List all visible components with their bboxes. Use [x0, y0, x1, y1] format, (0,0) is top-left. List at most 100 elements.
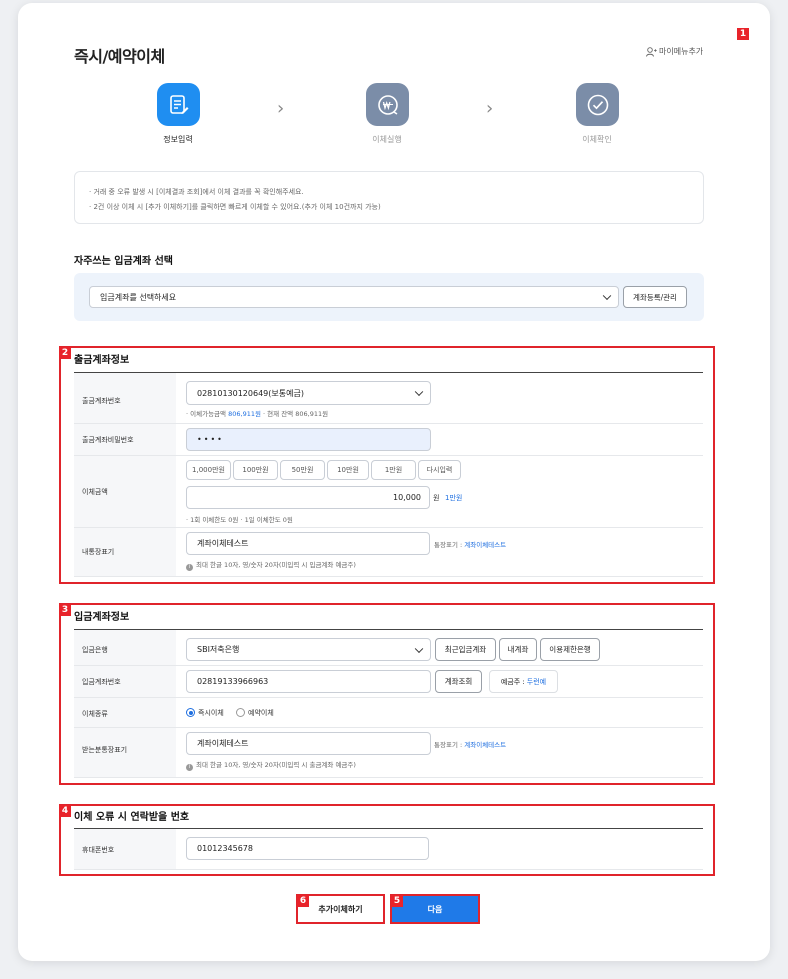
next-button[interactable]: 다음	[390, 894, 480, 924]
info-icon: i	[186, 564, 193, 571]
annotation-badge-4: 4	[59, 805, 71, 817]
amount-korean-text: 1만원	[445, 494, 463, 502]
withdraw-password-label: 출금계좌비밀번호	[82, 436, 134, 444]
step-transfer-confirm	[576, 83, 619, 126]
deposit-memo-hint-text: 최대 한글 10자, 영/숫자 20자(미입력 시 출금계좌 예금주)	[196, 761, 356, 769]
withdraw-account-value: 02810130120649(보통예금)	[197, 388, 304, 398]
chevron-right-icon: ›	[486, 98, 494, 119]
withdraw-memo-input[interactable]: 계좌이체테스트	[186, 532, 430, 555]
amount-1m-button[interactable]: 100만원	[233, 460, 278, 480]
my-menu-add-label: 마이메뉴추가	[659, 47, 704, 56]
add-transfer-button[interactable]: 추가이체하기	[296, 894, 385, 924]
contact-section-title: 이체 오류 시 연락받을 번호	[74, 812, 190, 823]
withdraw-memo-preview: 통장표기 : 계좌이체테스트	[434, 539, 506, 549]
account-holder-display: 예금주 : 두런예	[489, 670, 558, 693]
annotation-badge-3: 3	[59, 604, 71, 616]
restricted-banks-button[interactable]: 이용제한은행	[540, 638, 600, 661]
deposit-bank-label: 입금은행	[82, 646, 108, 654]
transfer-type-label: 이체종류	[82, 710, 108, 718]
amount-unit: 원	[433, 494, 440, 502]
annotation-badge-6: 6	[297, 895, 309, 907]
notice-line-1: · 거래 중 오류 발생 시 [이체결과 조회]에서 이체 결과를 꼭 확인해주…	[89, 188, 304, 196]
row-divider	[74, 777, 703, 778]
chevron-right-icon: ›	[277, 98, 285, 119]
deposit-bank-value: SBI저축은행	[197, 645, 240, 654]
person-add-icon	[646, 46, 657, 57]
row-divider	[74, 697, 703, 698]
row-divider	[74, 869, 703, 870]
amount-100k-button[interactable]: 10만원	[327, 460, 369, 480]
transfer-type-scheduled-radio[interactable]: 예약이체	[236, 708, 274, 718]
phone-number-label: 휴대폰번호	[82, 846, 115, 854]
withdraw-password-input[interactable]: ••••	[186, 428, 431, 451]
step-label-3: 이체확인	[582, 135, 612, 144]
favorite-account-select-value: 입금계좌를 선택하세요	[100, 292, 177, 302]
withdraw-account-label: 출금계좌번호	[82, 397, 121, 405]
check-circle-icon	[587, 94, 608, 115]
withdraw-memo-hint-text: 최대 한글 10자, 영/숫자 20자(미입력 시 입금계좌 예금주)	[196, 561, 356, 569]
transfer-type-immediate-label: 즉시이체	[198, 709, 224, 717]
deposit-memo-preview: 통장표기 : 계좌이체테스트	[434, 739, 506, 749]
amount-10k-button[interactable]: 1만원	[371, 460, 416, 480]
account-lookup-button[interactable]: 계좌조회	[435, 670, 482, 693]
deposit-section-title: 입금계좌정보	[74, 612, 130, 623]
won-transfer-icon	[377, 94, 398, 115]
withdraw-section-title: 출금계좌정보	[74, 355, 130, 366]
transfer-type-scheduled-label: 예약이체	[248, 709, 274, 717]
favorite-accounts-heading: 자주쓰는 입금계좌 선택	[74, 256, 173, 267]
chevron-down-icon	[602, 291, 612, 301]
transfer-limit-text: · 1회 이체한도 0원 · 1일 이체한도 0원	[186, 516, 293, 524]
chevron-down-icon	[414, 644, 424, 653]
page-title: 즉시/예약이체	[74, 47, 165, 66]
row-divider	[74, 665, 703, 666]
withdraw-memo-preview-prefix: 통장표기 :	[434, 541, 463, 549]
my-accounts-button[interactable]: 내계좌	[499, 638, 537, 661]
annotation-badge-5: 5	[391, 895, 403, 907]
step-transfer-execute	[366, 83, 409, 126]
available-balance-value: 806,911원	[228, 410, 261, 418]
radio-checked-icon	[186, 708, 195, 717]
withdraw-memo-preview-value: 계좌이체테스트	[464, 541, 507, 549]
notice-box: · 거래 중 오류 발생 시 [이체결과 조회]에서 이체 결과를 꼭 확인해주…	[74, 171, 704, 224]
deposit-account-input[interactable]: 02819133966963	[186, 670, 431, 693]
transfer-type-immediate-radio[interactable]: 즉시이체	[186, 708, 224, 718]
current-balance-text: · 현재 잔액 806,911원	[263, 410, 329, 418]
my-menu-add-button[interactable]: 마이메뉴추가	[646, 46, 703, 57]
phone-number-input[interactable]: 01012345678	[186, 837, 429, 860]
deposit-memo-hint: i 최대 한글 10자, 영/숫자 20자(미입력 시 출금계좌 예금주)	[186, 759, 356, 771]
favorite-account-select[interactable]: 입금계좌를 선택하세요	[89, 286, 619, 308]
deposit-memo-input[interactable]: 계좌이체테스트	[186, 732, 431, 755]
row-divider	[74, 423, 703, 424]
account-holder-name: 두런예	[526, 677, 547, 686]
amount-reset-button[interactable]: 다시입력	[418, 460, 461, 480]
annotation-badge-1: 1	[737, 28, 749, 40]
row-divider	[74, 455, 703, 456]
withdraw-memo-hint: i 최대 한글 10자, 영/숫자 20자(미입력 시 입금계좌 예금주)	[186, 559, 356, 571]
radio-unchecked-icon	[236, 708, 245, 717]
recent-deposit-accounts-button[interactable]: 최근입금계좌	[435, 638, 496, 661]
document-edit-icon	[169, 94, 188, 114]
step-label-2: 이체실행	[372, 135, 402, 144]
deposit-account-label: 입금계좌번호	[82, 678, 121, 686]
row-divider	[74, 727, 703, 728]
transfer-amount-input[interactable]: 10,000	[186, 486, 430, 509]
info-icon: i	[186, 764, 193, 771]
amount-10m-button[interactable]: 1,000만원	[186, 460, 231, 480]
row-divider	[74, 527, 703, 528]
notice-line-2: · 2건 이상 이체 시 [추가 이체하기]를 클릭하면 빠르게 이체할 수 있…	[89, 203, 381, 211]
account-manage-button[interactable]: 계좌등록/관리	[623, 286, 687, 308]
available-balance-prefix: · 이체가능금액	[186, 410, 227, 418]
row-divider	[74, 576, 703, 577]
deposit-memo-preview-value: 계좌이체테스트	[464, 741, 507, 749]
transfer-amount-label: 이체금액	[82, 488, 108, 496]
step-info-input	[157, 83, 200, 126]
annotation-badge-2: 2	[59, 347, 71, 359]
amount-500k-button[interactable]: 50만원	[280, 460, 325, 480]
withdraw-account-select[interactable]: 02810130120649(보통예금)	[186, 381, 431, 405]
account-holder-prefix: 예금주 :	[500, 677, 525, 686]
chevron-down-icon	[414, 387, 424, 397]
deposit-bank-select[interactable]: SBI저축은행	[186, 638, 431, 661]
available-balance-text: · 이체가능금액 806,911원 · 현재 잔액 806,911원	[186, 408, 328, 418]
deposit-memo-preview-prefix: 통장표기 :	[434, 741, 463, 749]
step-label-1: 정보입력	[163, 135, 193, 144]
